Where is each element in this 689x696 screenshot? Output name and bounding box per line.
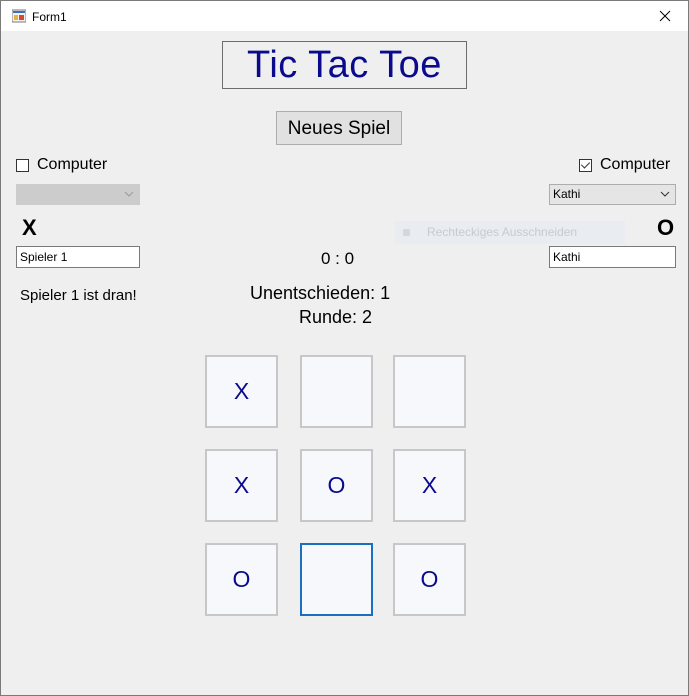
form-window: Form1 Tic Tac Toe Neues Spiel Computer C… <box>0 0 689 696</box>
board-cell-2-0[interactable]: O <box>205 543 278 616</box>
app-icon <box>12 9 26 23</box>
right-computer-label: Computer <box>600 156 671 173</box>
board-cell-0-1[interactable] <box>300 355 373 428</box>
snip-tool-label: Rechteckiges Ausschneiden <box>427 225 578 239</box>
draws-count: Unentschieden: 1 <box>250 283 391 303</box>
left-computer-checkbox-box[interactable] <box>16 158 29 172</box>
window-title: Form1 <box>32 10 67 24</box>
round-count: Runde: 2 <box>299 307 373 327</box>
left-computer-select[interactable] <box>16 184 140 205</box>
new-game-button[interactable]: Neues Spiel <box>276 111 402 145</box>
board-cell-2-2[interactable]: O <box>393 543 466 616</box>
turn-status: Spieler 1 ist dran! <box>20 287 137 304</box>
board-cell-1-0[interactable]: X <box>205 449 278 522</box>
board-cell-1-2[interactable]: X <box>393 449 466 522</box>
chevron-down-icon <box>660 191 670 197</box>
snip-icon <box>403 229 410 236</box>
score-label: 0 : 0 <box>321 249 355 268</box>
right-computer-select-value: Kathi <box>553 187 581 201</box>
left-player-name-input[interactable]: Spieler 1 <box>16 246 140 268</box>
board-cell-0-2[interactable] <box>393 355 466 428</box>
board-cell-1-1[interactable]: O <box>300 449 373 522</box>
right-computer-checkbox[interactable]: Computer <box>579 155 670 175</box>
left-computer-label: Computer <box>37 156 108 173</box>
snip-tool-overlay: Rechteckiges Ausschneiden <box>395 221 625 244</box>
right-computer-select[interactable]: Kathi <box>549 184 676 205</box>
close-button[interactable] <box>642 1 688 31</box>
chevron-down-icon <box>124 191 134 197</box>
form-client-area: Tic Tac Toe Neues Spiel Computer Compute… <box>1 31 688 695</box>
right-player-symbol: O <box>657 215 675 240</box>
close-icon <box>659 10 671 22</box>
game-title: Tic Tac Toe <box>222 41 467 89</box>
title-bar[interactable]: Form1 <box>1 1 688 31</box>
board-cell-0-0[interactable]: X <box>205 355 278 428</box>
left-player-symbol: X <box>22 215 37 240</box>
right-computer-checkbox-box[interactable] <box>579 158 592 172</box>
right-player-name-input[interactable]: Kathi <box>549 246 676 268</box>
board-cell-2-1[interactable] <box>300 543 373 616</box>
left-computer-checkbox[interactable]: Computer <box>16 155 107 175</box>
